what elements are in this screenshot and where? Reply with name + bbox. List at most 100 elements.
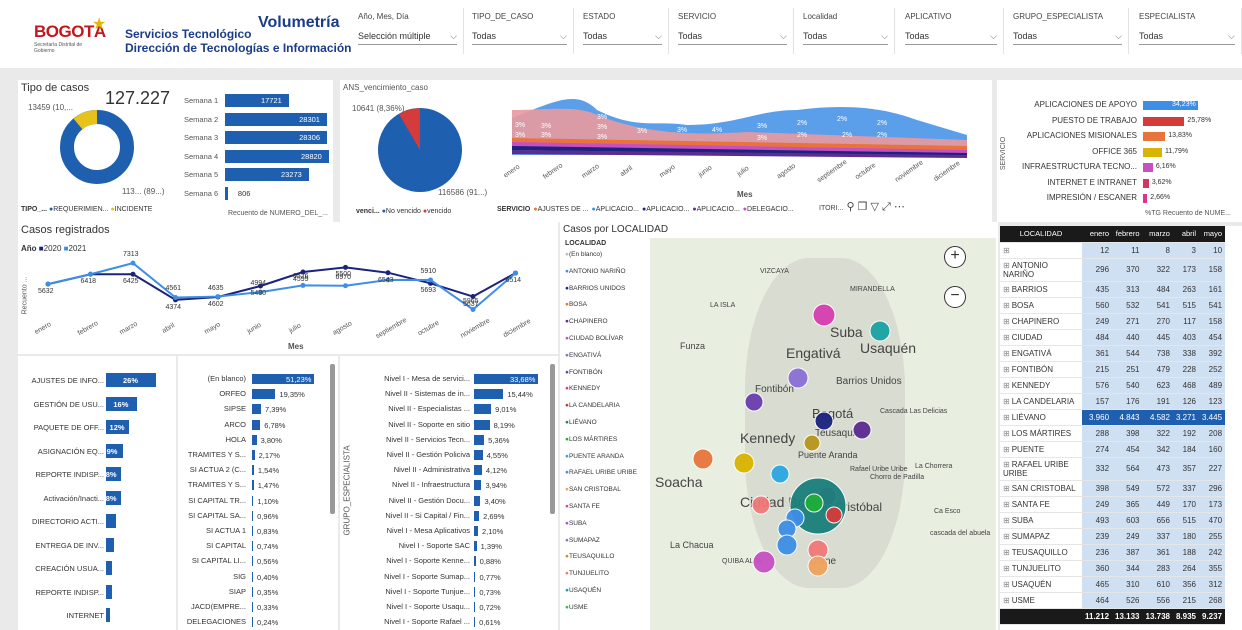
expand-icon[interactable]: ⊞ [1003, 381, 1010, 390]
map-bubble[interactable] [852, 420, 872, 440]
table-row[interactable]: ⊞ CIUDAD 484 440 445 403 454 [1000, 329, 1226, 346]
grupo-bar[interactable] [474, 617, 476, 628]
map-bubble[interactable] [814, 411, 834, 431]
grupo-bar[interactable] [474, 434, 485, 445]
map-bubble[interactable] [776, 534, 798, 556]
column-header[interactable]: abril [1172, 226, 1199, 243]
donut-requerimiento[interactable] [60, 110, 134, 184]
slicer-dropdown[interactable]: Todas ⌵ [583, 31, 662, 45]
series-point[interactable] [385, 270, 391, 276]
map-legend-item[interactable]: ●ENGATIVÁ [565, 352, 601, 359]
expand-icon[interactable]: ⊞ [1003, 285, 1010, 294]
expand-icon[interactable]: ⊞ [1003, 349, 1010, 358]
grupo-bar[interactable] [474, 556, 476, 567]
grupo-bar[interactable] [474, 495, 481, 506]
legend-item[interactable]: vencido [427, 208, 451, 215]
series-point[interactable] [173, 294, 178, 300]
map-bubble[interactable] [751, 495, 771, 515]
table-row[interactable]: ⊞ TEUSAQUILLO 236 387 361 188 242 [1000, 544, 1226, 561]
legend-item[interactable]: APLICACIO... [596, 206, 639, 213]
more-icon[interactable]: ⋯ [894, 201, 905, 213]
table-row[interactable]: ⊞ TUNJUELITO 360 344 283 264 355 [1000, 560, 1226, 577]
ribbon-svg[interactable] [497, 80, 992, 222]
slicer[interactable]: Año, Mes, Día Selección múltiple ⌵ [352, 8, 464, 54]
table-row[interactable]: ⊞ LOS MÁRTIRES 288 398 322 192 208 [1000, 425, 1226, 442]
servicio-bar[interactable] [1143, 194, 1148, 203]
slicer[interactable]: Localidad Todas ⌵ [797, 8, 895, 54]
table-row[interactable]: ⊞ BARRIOS 435 313 484 263 161 [1000, 281, 1226, 298]
column-header[interactable]: enero [1082, 226, 1113, 243]
aplicativo-bar[interactable] [106, 561, 112, 575]
map-legend-item[interactable]: ●LIÉVANO [565, 419, 597, 426]
slicer-dropdown[interactable]: Todas ⌵ [905, 31, 997, 45]
grupo-bar[interactable] [474, 586, 476, 597]
ubicacion-bar[interactable] [252, 556, 253, 567]
map-legend-item[interactable]: ●USAQUÉN [565, 587, 601, 594]
series-point[interactable] [428, 277, 433, 283]
series-point[interactable] [130, 271, 136, 277]
slicer[interactable]: ESTADO Todas ⌵ [577, 8, 669, 54]
map-legend-item[interactable]: ●TEUSAQUILLO [565, 553, 614, 560]
series-point[interactable] [513, 270, 518, 276]
map-legend-item[interactable]: ●CIUDAD BOLÍVAR [565, 335, 623, 342]
map-legend-item[interactable]: ●LA CANDELARIA [565, 402, 620, 409]
expand-icon[interactable]: ⊞ [1003, 333, 1010, 342]
map-area[interactable]: VIZCAYA MIRANDELLA LA ISLA Suba Usaquén Funza… [650, 238, 996, 630]
ubicacion-bar[interactable] [252, 541, 253, 552]
slicer-dropdown[interactable]: Selección múltiple ⌵ [358, 31, 457, 45]
series-point[interactable] [88, 271, 93, 277]
series-point[interactable] [215, 294, 221, 300]
slicer[interactable]: TIPO_DE_CASO Todas ⌵ [466, 8, 574, 54]
expand-icon[interactable]: ⊞ [1003, 564, 1010, 573]
ubicacion-bar[interactable] [252, 571, 253, 582]
map-bubble[interactable] [787, 367, 809, 389]
table-row[interactable]: ⊞ SANTA FE 249 365 449 170 173 [1000, 496, 1226, 513]
legend-item[interactable]: AJUSTES DE ... [538, 206, 589, 213]
legend-item[interactable]: APLICACIO... [697, 206, 740, 213]
servicio-bar[interactable] [1143, 116, 1185, 126]
donut-incidente[interactable] [73, 110, 98, 130]
ubicacion-bar[interactable] [252, 617, 253, 628]
grupo-bar[interactable] [474, 541, 477, 552]
grupo-bar[interactable] [474, 571, 476, 582]
series-point[interactable] [45, 281, 51, 287]
map-legend-item[interactable]: ●SUMAPAZ [565, 537, 600, 544]
servicio-bar[interactable] [1143, 132, 1166, 141]
expand-icon[interactable]: ⊞ [1003, 596, 1010, 605]
grupo-bar[interactable] [474, 526, 478, 536]
map-legend-item[interactable]: ●ANTONIO NARIÑO [565, 268, 626, 275]
week-bar[interactable] [225, 186, 228, 200]
map-bubble[interactable] [825, 506, 843, 524]
map-bubble[interactable] [692, 448, 714, 470]
map-bubble[interactable] [733, 452, 755, 474]
expand-icon[interactable]: ⊞ [1003, 429, 1010, 438]
expand-icon[interactable]: ⊞ [1003, 413, 1010, 422]
expand-icon[interactable]: ⤢ [882, 201, 891, 213]
ubicacion-bar[interactable] [252, 450, 255, 460]
map-bubble[interactable] [744, 392, 764, 412]
table-row[interactable]: ⊞ LIÉVANO 3.960 4.843 4.582 3.271 3.445 [1000, 409, 1226, 426]
expand-icon[interactable]: ⊞ [1003, 484, 1010, 493]
table-row[interactable]: ⊞ SAN CRISTOBAL 398 549 572 337 296 [1000, 480, 1226, 497]
series-point[interactable] [343, 264, 348, 270]
map-legend-item[interactable]: ●RAFAEL URIBE URIBE [565, 469, 637, 476]
map-legend-item[interactable]: ●(En blanco) [565, 251, 602, 258]
expand-icon[interactable]: ⊞ [1003, 317, 1010, 326]
grupo-bar[interactable] [474, 404, 492, 415]
table-row[interactable]: ⊞ USME 464 526 556 215 268 [1000, 592, 1226, 609]
expand-icon[interactable]: ⊞ [1003, 397, 1010, 406]
expand-icon[interactable]: ⊞ [1003, 365, 1010, 374]
map-bubble[interactable] [807, 555, 829, 577]
tipo-casos-donut[interactable] [18, 80, 178, 222]
slicer-dropdown[interactable]: Todas ⌵ [678, 31, 787, 45]
legend-item[interactable]: INCIDENTE [115, 206, 153, 213]
expand-icon[interactable]: ⊞ [1003, 301, 1010, 310]
slicer-dropdown[interactable]: Todas ⌵ [803, 31, 888, 45]
map-legend-item[interactable]: ●LOS MÁRTIRES [565, 436, 617, 443]
scrollbar[interactable] [330, 364, 335, 514]
expand-icon[interactable]: ⊞ [1003, 500, 1010, 509]
expand-icon[interactable]: ⊞ [1003, 460, 1010, 469]
table-row[interactable]: ⊞ ENGATIVÁ 361 544 738 338 392 [1000, 345, 1226, 362]
grupo-bar[interactable] [474, 480, 482, 491]
table-row[interactable]: ⊞ LA CANDELARIA 157 176 191 126 123 [1000, 393, 1226, 410]
